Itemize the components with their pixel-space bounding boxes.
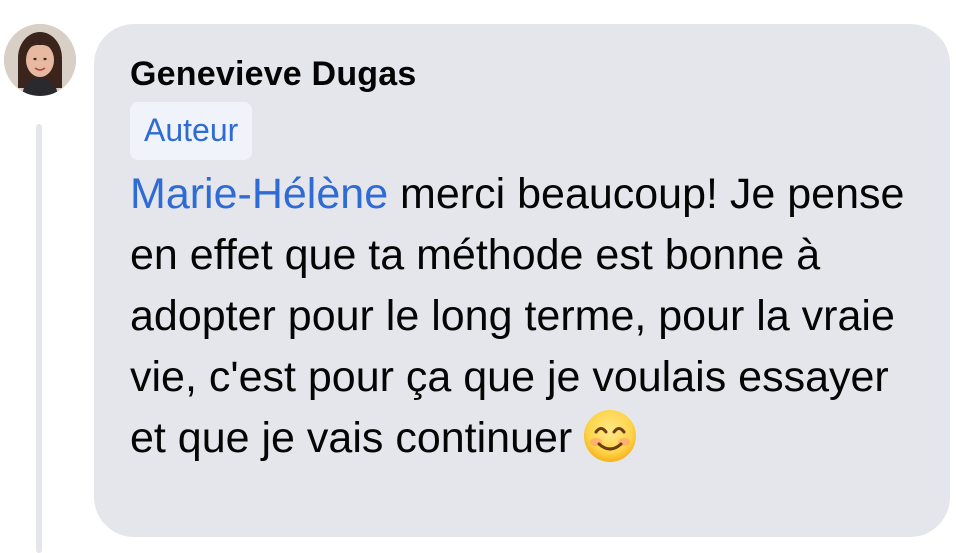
avatar-photo-icon	[4, 24, 76, 96]
comment-bubble: Genevieve Dugas Auteur Marie-Hélène merc…	[94, 24, 950, 537]
avatar[interactable]	[4, 24, 76, 96]
mention-link[interactable]: Marie-Hélène	[130, 170, 388, 218]
reply-thread-line	[36, 124, 42, 553]
comment-text: Marie-Hélène merci beaucoup! Je pense en…	[130, 164, 914, 469]
smiling-face-icon	[582, 408, 638, 464]
comment-author-name[interactable]: Genevieve Dugas	[130, 54, 914, 94]
author-badge: Auteur	[130, 102, 253, 160]
